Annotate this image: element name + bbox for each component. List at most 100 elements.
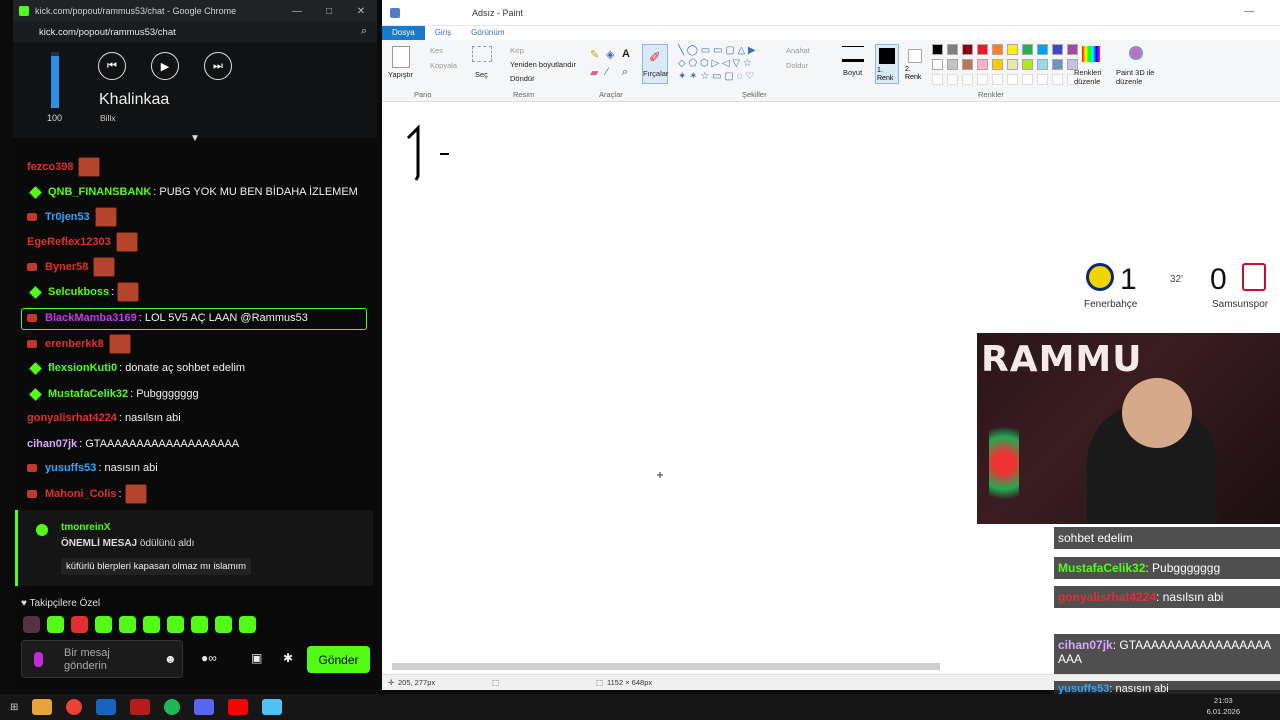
fill-button[interactable]: Doldur	[786, 61, 808, 70]
palette-empty-slot[interactable]	[947, 74, 958, 85]
color2-button[interactable]: 2. Renk	[904, 44, 928, 84]
chat-username[interactable]: fezco398	[27, 161, 73, 173]
emote-button[interactable]	[143, 616, 160, 633]
emote-button[interactable]	[23, 616, 40, 633]
url-bar[interactable]: kick.com/popout/rammus53/chat ⌕	[13, 22, 377, 42]
pencil-icon[interactable]: ✎	[590, 48, 599, 61]
chat-username[interactable]: MustafaCelik32	[48, 388, 128, 400]
pinned-user[interactable]: tmonreinX	[61, 522, 110, 533]
system-clock[interactable]: 21:03 6.01.2026	[1207, 695, 1240, 717]
close-button[interactable]: ✕	[345, 6, 377, 17]
palette-swatch[interactable]	[1052, 59, 1063, 70]
paint3d-icon[interactable]	[1129, 46, 1143, 60]
palette-swatch[interactable]	[962, 59, 973, 70]
palette-swatch[interactable]	[992, 44, 1003, 55]
palette-empty-slot[interactable]	[977, 74, 988, 85]
chat-username[interactable]: BlackMamba3169	[45, 312, 137, 324]
next-track-button[interactable]: ⏭	[204, 52, 232, 80]
palette-swatch[interactable]	[977, 44, 988, 55]
minimize-button[interactable]: —	[281, 6, 313, 17]
chrome-icon[interactable]	[66, 699, 83, 715]
blerp-icon[interactable]: ●∞	[201, 651, 217, 665]
emote-button[interactable]	[95, 616, 112, 633]
emote-button[interactable]	[191, 616, 208, 633]
palette-swatch[interactable]	[932, 44, 943, 55]
palette-empty-slot[interactable]	[1037, 74, 1048, 85]
size-button[interactable]: Boyut	[843, 68, 862, 77]
paste-icon[interactable]	[392, 46, 410, 68]
palette-swatch[interactable]	[1067, 44, 1078, 55]
magnifier-icon[interactable]: ⌕	[622, 66, 628, 79]
emote-button[interactable]	[71, 616, 88, 633]
send-button[interactable]: Gönder	[307, 646, 370, 673]
horizontal-scrollbar[interactable]	[392, 663, 940, 670]
chat-input[interactable]: Bir mesaj gönderin ☻	[21, 640, 183, 678]
palette-swatch[interactable]	[1022, 44, 1033, 55]
palette-empty-slot[interactable]	[992, 74, 1003, 85]
spotify-icon[interactable]	[164, 699, 181, 715]
chat-username[interactable]: Byner58	[45, 261, 88, 273]
palette-empty-slot[interactable]	[1022, 74, 1033, 85]
palette-swatch[interactable]	[1007, 59, 1018, 70]
play-button[interactable]: ▶	[151, 52, 179, 80]
cut-button[interactable]: Kes	[430, 46, 443, 55]
fill-icon[interactable]: ◈	[606, 48, 614, 61]
emoji-icon[interactable]: ☻	[164, 652, 177, 666]
rotate-button[interactable]: Döndür	[510, 74, 535, 83]
brushes-button[interactable]: ✐ Fırçalar	[642, 44, 668, 84]
chat-username[interactable]: Tr0jen53	[45, 211, 90, 223]
chat-list[interactable]: fezco398 QNB_FINANSBANK: PUBG YOK MU BEN …	[13, 140, 377, 508]
maximize-button[interactable]: □	[313, 6, 345, 17]
emote-button[interactable]	[167, 616, 184, 633]
palette-empty-slot[interactable]	[1007, 74, 1018, 85]
mic-icon[interactable]	[34, 652, 43, 667]
select-icon[interactable]	[472, 46, 492, 62]
copy-button[interactable]: Kopyala	[430, 61, 457, 70]
paint3d-button[interactable]: Paint 3D ile düzenle	[1116, 68, 1160, 86]
palette-swatch[interactable]	[947, 44, 958, 55]
eraser-icon[interactable]: ▰	[590, 66, 598, 79]
zoom-icon[interactable]: ⌕	[361, 25, 367, 38]
edit-colors-button[interactable]: Renkleri düzenle	[1074, 68, 1110, 86]
chat-username[interactable]: cihan07jk	[27, 438, 77, 450]
chat-username[interactable]: flexsionKuti0	[48, 362, 117, 374]
windows-start-icon[interactable]: ⊞	[10, 702, 18, 713]
youtube-icon[interactable]	[228, 699, 249, 715]
select-button[interactable]: Seç	[475, 70, 488, 79]
palette-swatch[interactable]	[1022, 59, 1033, 70]
chat-username[interactable]: yusuffs53	[45, 462, 96, 474]
paint-taskbar-icon[interactable]	[262, 699, 283, 715]
palette-swatch[interactable]	[992, 59, 1003, 70]
tab-giris[interactable]: Giriş	[425, 26, 461, 40]
emote-button[interactable]	[215, 616, 232, 633]
palette-swatch[interactable]	[932, 59, 943, 70]
app-icon[interactable]	[96, 699, 117, 715]
discord-icon[interactable]	[194, 699, 215, 715]
chat-username[interactable]: erenberkk8	[45, 338, 104, 350]
palette-empty-slot[interactable]	[1052, 74, 1063, 85]
file-explorer-icon[interactable]	[32, 699, 53, 715]
size-icon[interactable]	[842, 46, 864, 62]
palette-swatch[interactable]	[947, 59, 958, 70]
text-icon[interactable]: A	[622, 48, 630, 60]
chat-username[interactable]: EgeReflex12303	[27, 236, 111, 248]
color1-button[interactable]: 1. Renk	[875, 44, 899, 84]
emote-button[interactable]	[47, 616, 64, 633]
edit-colors-icon[interactable]	[1082, 46, 1100, 62]
emote-button[interactable]	[239, 616, 256, 633]
palette-swatch[interactable]	[1007, 44, 1018, 55]
palette-swatch[interactable]	[1052, 44, 1063, 55]
paste-button[interactable]: Yapıştır	[388, 70, 413, 79]
color-picker-icon[interactable]: ⁄	[606, 66, 608, 78]
chat-username[interactable]: Mahoni_Colis	[45, 488, 117, 500]
outline-button[interactable]: Anahat	[786, 46, 810, 55]
shapes-gallery[interactable]: ╲ ◯ ▭ ▭ ▢ △ ▶ ◇ ⬠ ⬡ ▷ ◁ ▽ ☆ ✦ ✶ ☆ ▭ ▢ ◌ ♡	[678, 44, 778, 84]
chat-username[interactable]: Selcukboss	[48, 286, 109, 298]
chat-username[interactable]: QNB_FINANSBANK	[48, 186, 151, 198]
previous-track-button[interactable]: ⏮	[98, 52, 126, 80]
tab-dosya[interactable]: Dosya	[382, 26, 425, 40]
palette-swatch[interactable]	[1037, 59, 1048, 70]
palette-empty-slot[interactable]	[932, 74, 943, 85]
chat-username[interactable]: gonyalisrhat4224	[27, 412, 117, 424]
palette-empty-slot[interactable]	[962, 74, 973, 85]
